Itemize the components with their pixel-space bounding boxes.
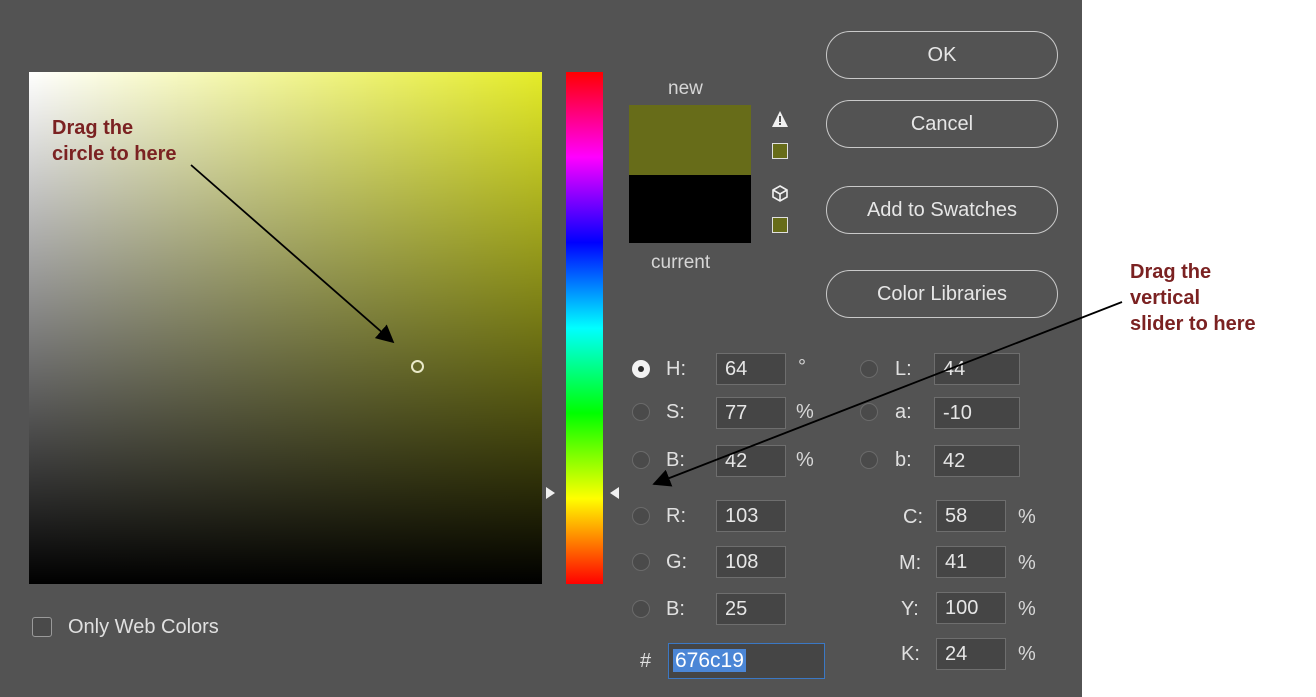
annotation-arrow-slider [652, 301, 1123, 487]
annotation-arrows [190, 164, 1123, 487]
annotation-arrow-circle [190, 164, 395, 344]
